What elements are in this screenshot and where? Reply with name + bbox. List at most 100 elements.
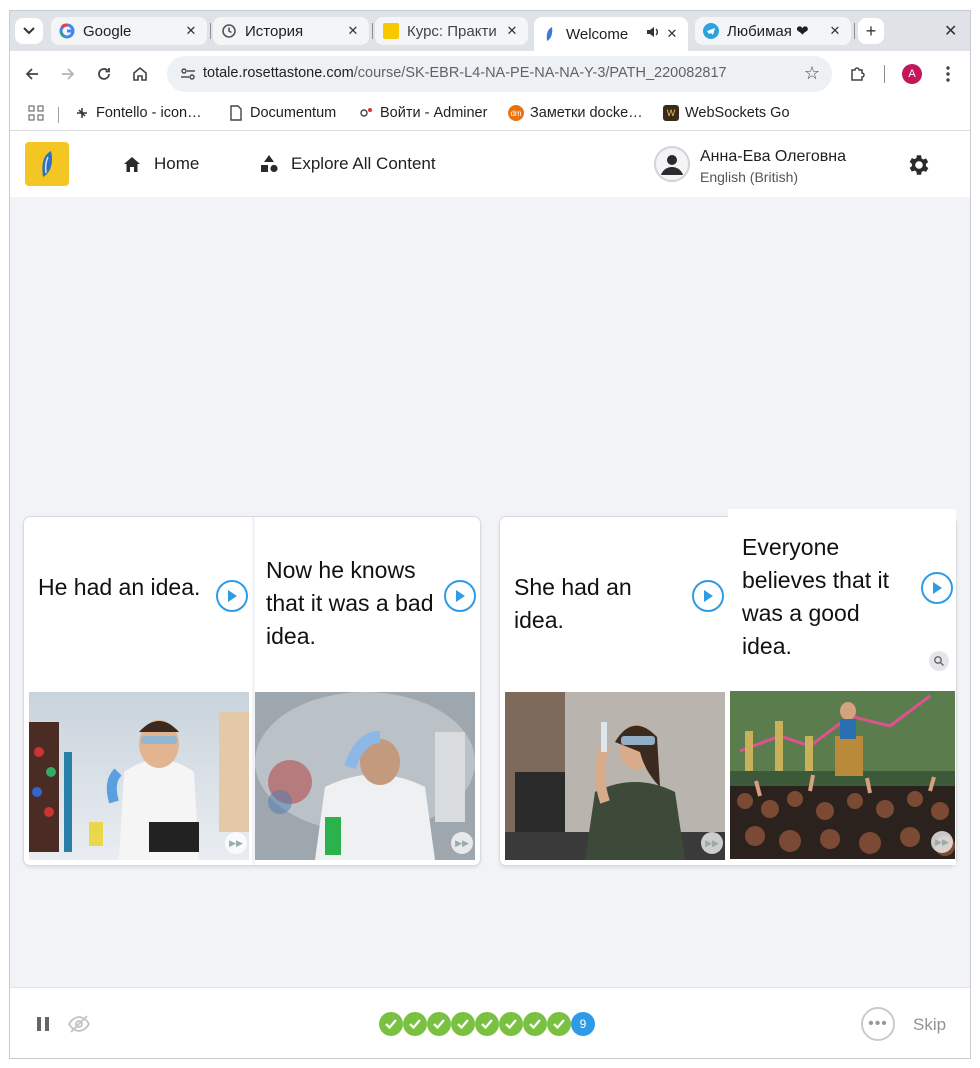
progress-step-done [427, 1012, 451, 1036]
window-close-button[interactable]: ✕ [944, 21, 957, 41]
check-icon [409, 1019, 421, 1029]
tab-history[interactable]: История ✕ [213, 17, 369, 45]
woman-scientist-photo: ▶▶ [505, 692, 725, 860]
play-icon [456, 590, 465, 602]
progress-step-done [403, 1012, 427, 1036]
close-tab-icon[interactable]: ✕ [504, 23, 520, 39]
check-icon [505, 1019, 517, 1029]
tab-separator [854, 23, 855, 39]
bookmark-label: WebSockets Go [685, 105, 790, 121]
tab-course[interactable]: Курс: Практи ✕ [375, 17, 528, 45]
kebab-menu-icon [946, 66, 950, 82]
site-settings-icon[interactable] [179, 65, 197, 83]
nav-explore[interactable]: Explore All Content [259, 154, 436, 174]
photo-expand-icon[interactable]: ▶▶ [701, 832, 723, 854]
new-tab-button[interactable]: + [858, 18, 884, 44]
dm-icon: dm [508, 105, 524, 121]
photo-expand-icon[interactable]: ▶▶ [225, 832, 247, 854]
tab-title: История [245, 22, 304, 40]
speaker-icon[interactable] [646, 25, 660, 43]
yellow-square-icon [383, 23, 399, 39]
tab-search-button[interactable] [15, 18, 43, 44]
bookmark-fontello[interactable]: Fontello - icon… [74, 105, 202, 121]
forward-button[interactable] [56, 62, 80, 86]
close-tab-icon[interactable]: ✕ [183, 23, 199, 39]
bookmarks-bar: Fontello - icon… Documentum Войти - Admi… [10, 97, 970, 131]
answer-card[interactable]: He had an idea. ▶▶ Now he knows that it … [24, 517, 480, 865]
user-name: Анна-Ева Олеговна [700, 148, 847, 165]
photo-expand-icon[interactable]: ▶▶ [451, 832, 473, 854]
play-audio-button[interactable] [921, 572, 953, 604]
url-host: totale.rosettastone.com [203, 65, 354, 81]
tab-separator [210, 23, 211, 39]
bookmark-documentum[interactable]: Documentum [228, 105, 336, 121]
reload-button[interactable] [92, 62, 116, 86]
apps-button[interactable] [28, 105, 44, 121]
bookmark-websockets[interactable]: W WebSockets Go [663, 105, 790, 121]
browser-window: Google ✕ История ✕ Курс: Практи ✕ Welcom… [9, 10, 971, 1059]
bookmark-label: Fontello - icon… [96, 105, 202, 121]
arrow-left-icon [25, 68, 38, 80]
settings-button[interactable] [906, 152, 932, 178]
play-audio-button[interactable] [692, 580, 724, 612]
user-avatar [654, 146, 690, 182]
ellipsis-icon: ••• [868, 1015, 888, 1032]
reload-icon [98, 68, 110, 80]
check-icon [481, 1019, 493, 1029]
photo-expand-icon[interactable]: ▶▶ [931, 831, 953, 853]
plus-icon: + [865, 20, 877, 41]
browser-menu-button[interactable] [936, 62, 960, 86]
phrase-text: He had an idea. [38, 574, 201, 600]
rosetta-stone-icon [542, 26, 558, 42]
user-profile[interactable]: Анна-Ева Олеговна English (British) [654, 145, 904, 185]
rosetta-logo[interactable] [25, 142, 69, 186]
websockets-icon: W [663, 105, 679, 121]
back-button[interactable] [20, 62, 44, 86]
pause-icon [37, 1017, 49, 1031]
more-options-button[interactable]: ••• [861, 1007, 895, 1041]
address-bar[interactable]: totale.rosettastone.com/course/SK-EBR-L4… [167, 56, 832, 92]
play-icon [228, 590, 237, 602]
user-icon [661, 155, 683, 175]
profile-avatar[interactable]: A [902, 64, 922, 84]
close-tab-icon[interactable]: ✕ [345, 23, 361, 39]
google-icon [59, 23, 75, 39]
hide-text-button[interactable] [67, 1014, 91, 1034]
lesson-footer: 9 ••• Skip [10, 987, 970, 1058]
nav-home-label: Home [154, 154, 200, 173]
nav-explore-label: Explore All Content [291, 154, 436, 173]
answer-card[interactable]: She had an idea. ▶▶ Everyone believes th… [500, 509, 956, 865]
pause-button[interactable] [36, 1016, 50, 1032]
arrow-right-icon [62, 68, 75, 80]
check-icon [529, 1019, 541, 1029]
home-button[interactable] [128, 62, 152, 86]
app-header: Home Explore All Content Анна-Ева Олегов… [10, 132, 970, 197]
progress-step-done [451, 1012, 475, 1036]
bookmark-docker-notes[interactable]: dm Заметки docke… [508, 105, 643, 121]
zoom-button[interactable] [929, 651, 949, 671]
chevron-down-icon [23, 27, 35, 35]
play-audio-button[interactable] [444, 580, 476, 612]
tab-title: Любимая ❤ [727, 23, 809, 40]
bookmark-label: Documentum [250, 105, 337, 121]
tab-welcome[interactable]: Welcome ✕ [534, 17, 688, 51]
bookmark-label: Заметки docke… [530, 105, 643, 121]
extensions-button[interactable] [846, 62, 870, 86]
history-icon [221, 23, 237, 39]
check-icon [457, 1019, 469, 1029]
play-audio-button[interactable] [216, 580, 248, 612]
check-icon [433, 1019, 445, 1029]
scientist-smoke-photo: ▶▶ [255, 692, 475, 860]
user-language: English (British) [700, 169, 799, 185]
tab-telegram[interactable]: Любимая ❤ ✕ [695, 17, 851, 45]
progress-step-done [547, 1012, 571, 1036]
phrase-text: She had an idea. [514, 574, 632, 633]
close-tab-icon[interactable]: ✕ [827, 23, 843, 39]
bookmark-star-icon[interactable]: ☆ [804, 63, 820, 84]
bookmarks-separator [58, 107, 59, 123]
nav-home[interactable]: Home [122, 154, 199, 174]
tab-google[interactable]: Google ✕ [51, 17, 207, 45]
skip-button[interactable]: Skip [913, 1015, 946, 1035]
close-tab-icon[interactable]: ✕ [664, 26, 680, 42]
bookmark-adminer[interactable]: Войти - Adminer [358, 105, 487, 121]
